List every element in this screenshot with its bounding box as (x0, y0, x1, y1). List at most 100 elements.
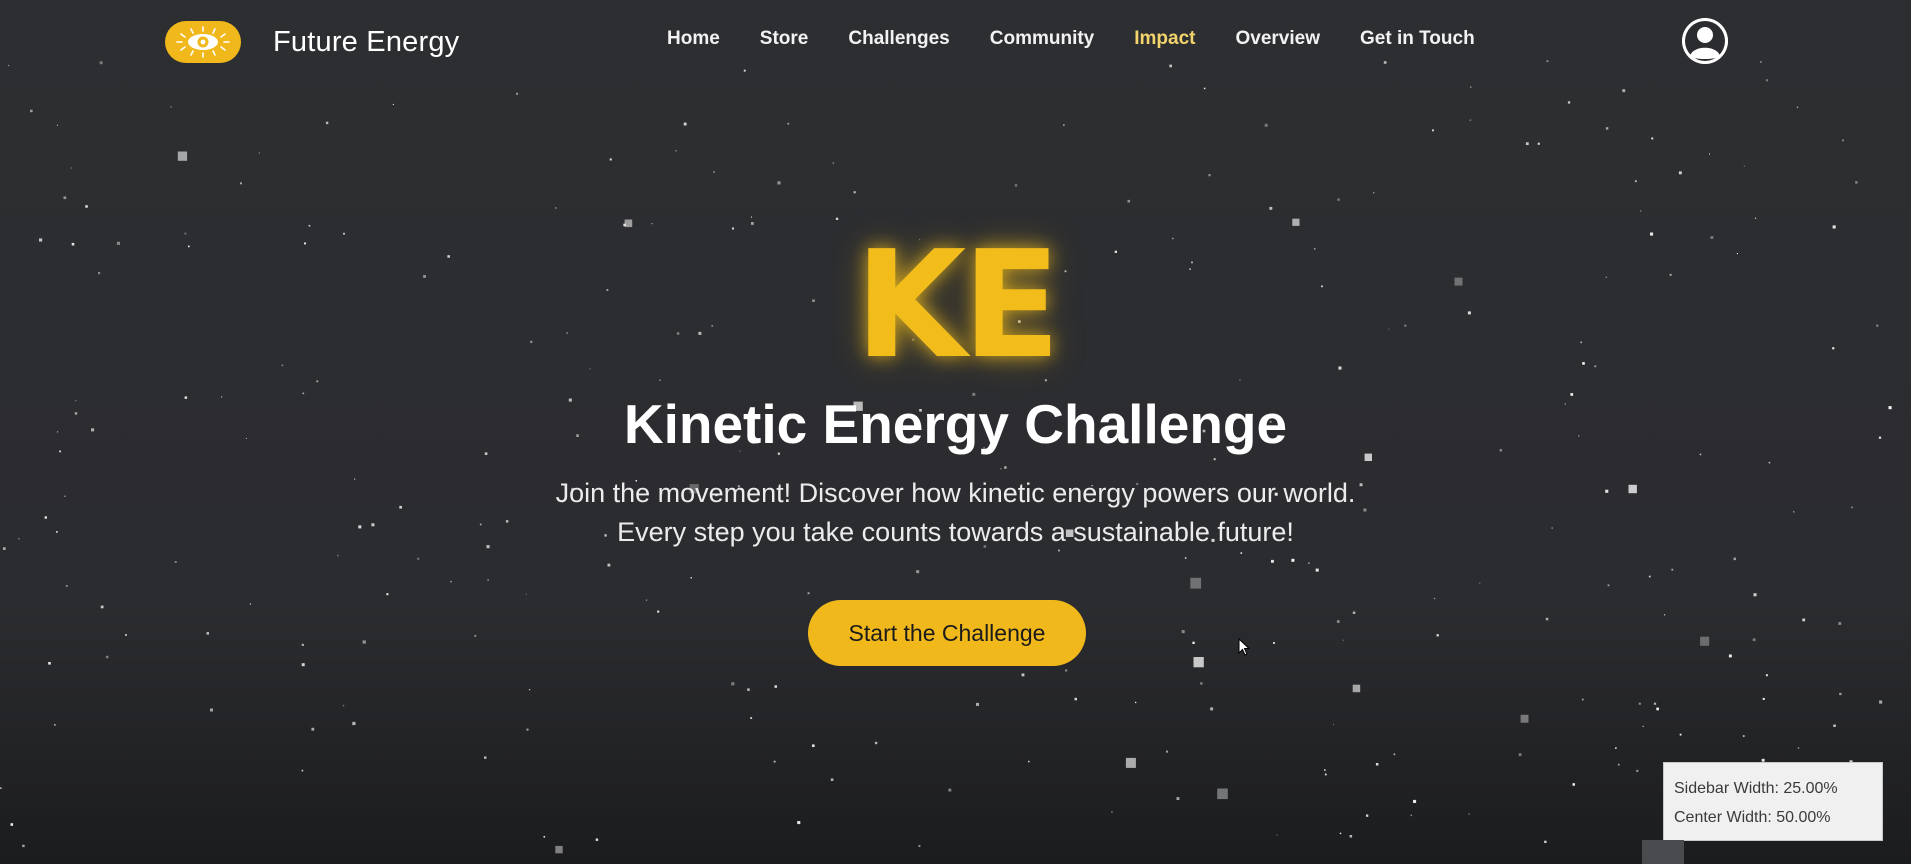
star (555, 845, 563, 854)
start-challenge-button[interactable]: Start the Challenge (808, 600, 1086, 666)
star (342, 704, 345, 707)
star (1276, 834, 1278, 836)
star (1648, 575, 1651, 578)
star (1065, 669, 1068, 672)
star (1176, 797, 1180, 800)
nav-get-in-touch[interactable]: Get in Touch (1360, 28, 1475, 50)
star (812, 744, 815, 747)
star (807, 592, 810, 595)
star (1615, 747, 1617, 749)
nav-impact[interactable]: Impact (1134, 28, 1195, 50)
star (1479, 582, 1481, 584)
sun-eye-icon (165, 21, 241, 63)
star (1581, 698, 1584, 701)
star (1264, 123, 1268, 127)
star (54, 724, 56, 726)
star (1833, 724, 1836, 727)
star (1651, 137, 1654, 140)
star (675, 150, 677, 152)
star (1653, 702, 1657, 705)
star (835, 217, 839, 220)
star (1074, 697, 1077, 701)
star (258, 152, 260, 154)
star (1839, 692, 1842, 696)
star (210, 708, 213, 712)
star (85, 205, 88, 208)
nav-challenges[interactable]: Challenges (848, 28, 949, 50)
star (1709, 153, 1710, 155)
star (1638, 702, 1641, 705)
star (1393, 753, 1396, 756)
star (1339, 832, 1342, 835)
star (1634, 180, 1637, 183)
star (1021, 673, 1025, 677)
star (1181, 630, 1185, 634)
star (1336, 620, 1340, 623)
star (0, 787, 2, 789)
star (70, 167, 72, 169)
star (1063, 124, 1065, 126)
star (830, 778, 834, 781)
star (1337, 198, 1340, 201)
star (1413, 799, 1417, 803)
center-width-readout: Center Width: 50.00% (1674, 809, 1831, 826)
star (1743, 165, 1745, 167)
star (100, 605, 104, 609)
star (1166, 750, 1168, 753)
star (529, 689, 531, 691)
star (777, 181, 781, 185)
star (1762, 697, 1765, 700)
nav-community[interactable]: Community (990, 28, 1095, 50)
hero-description: Join the movement! Discover how kinetic … (555, 478, 1356, 547)
nav-home[interactable]: Home (667, 28, 720, 50)
star (916, 570, 920, 574)
star (1308, 562, 1310, 564)
star (1765, 674, 1768, 677)
scroll-handle[interactable] (1642, 840, 1684, 864)
star (731, 682, 735, 686)
star (1271, 559, 1274, 563)
star (948, 788, 952, 792)
star (1324, 773, 1327, 776)
star (1349, 835, 1353, 838)
star (1544, 840, 1547, 843)
star (1678, 171, 1682, 175)
star (1656, 707, 1659, 711)
star (1436, 634, 1439, 637)
sidebar-width-readout: Sidebar Width: 25.00% (1674, 780, 1838, 797)
nav-store[interactable]: Store (760, 28, 809, 50)
star (853, 191, 856, 194)
star (1879, 700, 1883, 704)
star (1210, 707, 1214, 711)
brand-name: Future Energy (273, 25, 460, 58)
brand[interactable]: Future Energy (165, 20, 459, 64)
star (1184, 557, 1187, 559)
star (713, 171, 715, 173)
user-avatar-icon[interactable] (1682, 18, 1728, 64)
star (1671, 568, 1674, 571)
star (1567, 101, 1571, 104)
top-navbar: Future Energy Home Store Challenges Comm… (0, 0, 1911, 84)
star (484, 756, 487, 759)
star (609, 158, 612, 161)
star (1200, 682, 1203, 685)
star (623, 223, 626, 227)
mouse-cursor-icon (1238, 638, 1250, 656)
star (1273, 642, 1275, 644)
star (1333, 724, 1334, 726)
star (976, 702, 979, 706)
nav-overview[interactable]: Overview (1236, 28, 1321, 50)
star (1208, 174, 1211, 177)
star (325, 121, 329, 125)
star (1572, 783, 1575, 786)
star (1622, 89, 1626, 93)
star (1125, 757, 1136, 768)
star (170, 106, 172, 108)
star (555, 207, 557, 209)
star (1240, 552, 1243, 554)
star (22, 844, 25, 848)
star (747, 688, 750, 691)
star (1193, 657, 1204, 668)
star (48, 662, 51, 665)
star (1842, 139, 1844, 142)
